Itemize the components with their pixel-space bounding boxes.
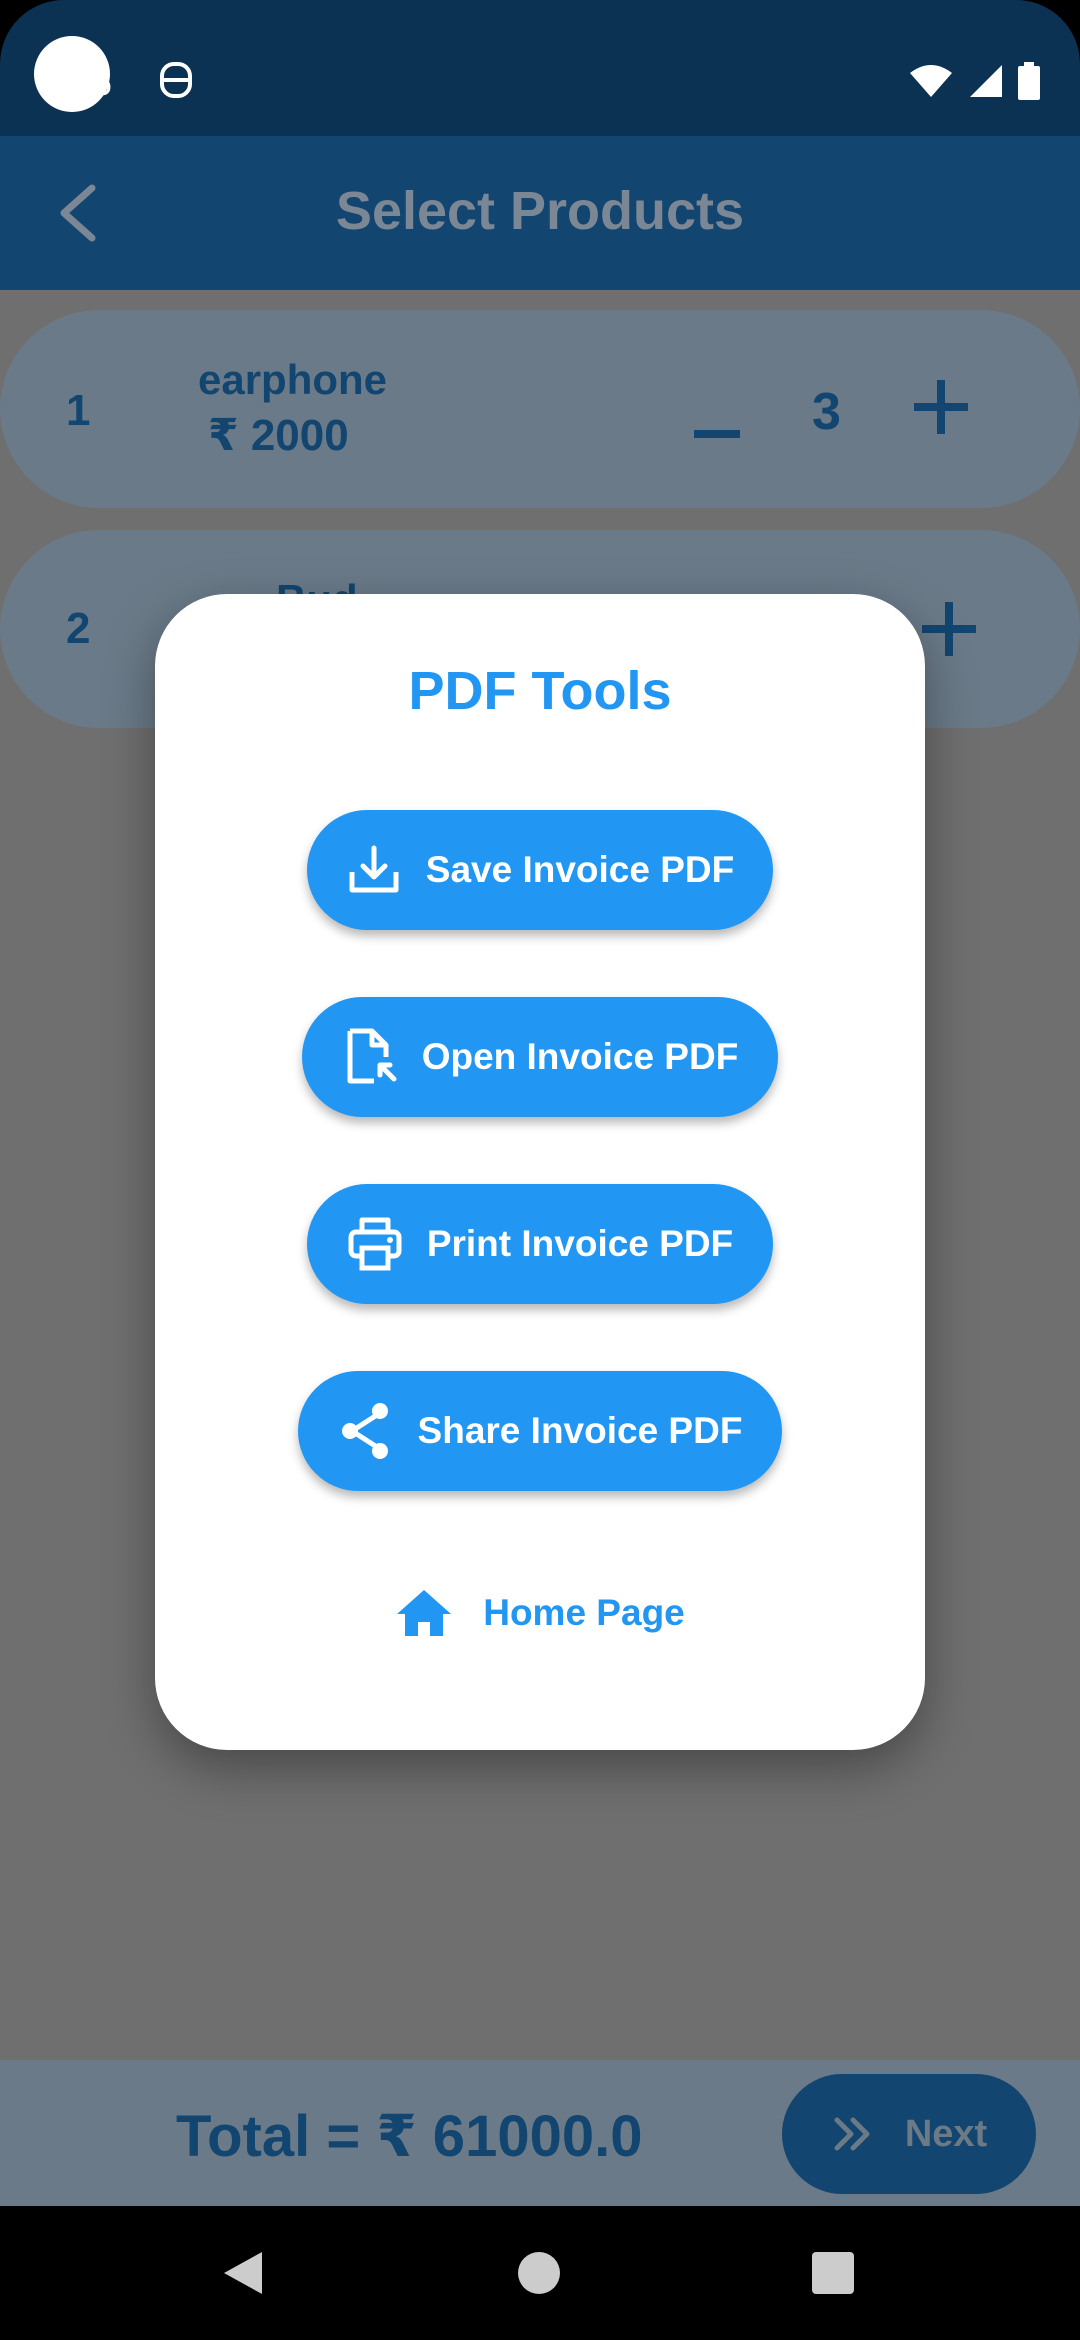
save-invoice-pdf-button[interactable]: Save Invoice PDF (307, 810, 773, 930)
dialog-title: PDF Tools (408, 661, 672, 721)
decrease-quantity-button[interactable] (694, 430, 740, 438)
home-page-label: Home Page (483, 1592, 685, 1633)
next-button[interactable]: Next (782, 2074, 1036, 2194)
save-invoice-pdf-label: Save Invoice PDF (425, 849, 735, 890)
share-invoice-pdf-button[interactable]: Share Invoice PDF (298, 1371, 782, 1491)
print-invoice-pdf-button[interactable]: Print Invoice PDF (307, 1184, 773, 1304)
status-bar: 6 (0, 0, 1080, 136)
printer-icon (348, 1217, 402, 1271)
signal-icon (970, 65, 1002, 97)
home-page-link[interactable]: Home Page (155, 1588, 925, 1638)
nav-back-icon[interactable] (222, 2250, 264, 2296)
nav-recents-icon[interactable] (812, 2252, 854, 2294)
open-invoice-pdf-label: Open Invoice PDF (421, 1036, 739, 1077)
home-icon (397, 1590, 452, 1636)
total-amount: Total = ₹ 61000.0 (176, 2104, 643, 2169)
share-icon (341, 1403, 388, 1459)
product-index: 2 (66, 604, 91, 653)
system-nav-bar (0, 2206, 1080, 2340)
page-title: Select Products (335, 181, 745, 241)
battery-icon (1018, 62, 1040, 100)
share-invoice-pdf-label: Share Invoice PDF (417, 1410, 743, 1451)
product-name: earphone (198, 356, 388, 403)
file-open-icon (347, 1028, 397, 1084)
increase-quantity-button[interactable] (922, 602, 976, 656)
download-icon (349, 845, 399, 893)
list-item[interactable]: 1 earphone ₹ 2000 3 (0, 310, 1080, 508)
nav-home-icon[interactable] (518, 2252, 560, 2294)
status-circle-icon (34, 36, 110, 112)
pdf-tools-dialog: PDF Tools Save Invoice PDF Open Invoice … (155, 594, 925, 1750)
product-quantity: 3 (812, 383, 841, 441)
double-chevron-right-icon (834, 2117, 870, 2151)
open-invoice-pdf-button[interactable]: Open Invoice PDF (302, 997, 778, 1117)
bottom-bar: Total = ₹ 61000.0 Next (0, 2060, 1080, 2206)
app-bar: Select Products (0, 136, 1080, 290)
wifi-icon (910, 65, 952, 97)
product-index: 1 (66, 386, 91, 435)
increase-quantity-button[interactable] (914, 380, 968, 434)
status-icons (908, 62, 1040, 100)
notification-icon (160, 62, 192, 98)
product-price: ₹ 2000 (208, 411, 349, 460)
print-invoice-pdf-label: Print Invoice PDF (426, 1223, 734, 1264)
screen: 6 Select Products 1 earph (0, 0, 1080, 2340)
next-button-label: Next (904, 2112, 988, 2155)
